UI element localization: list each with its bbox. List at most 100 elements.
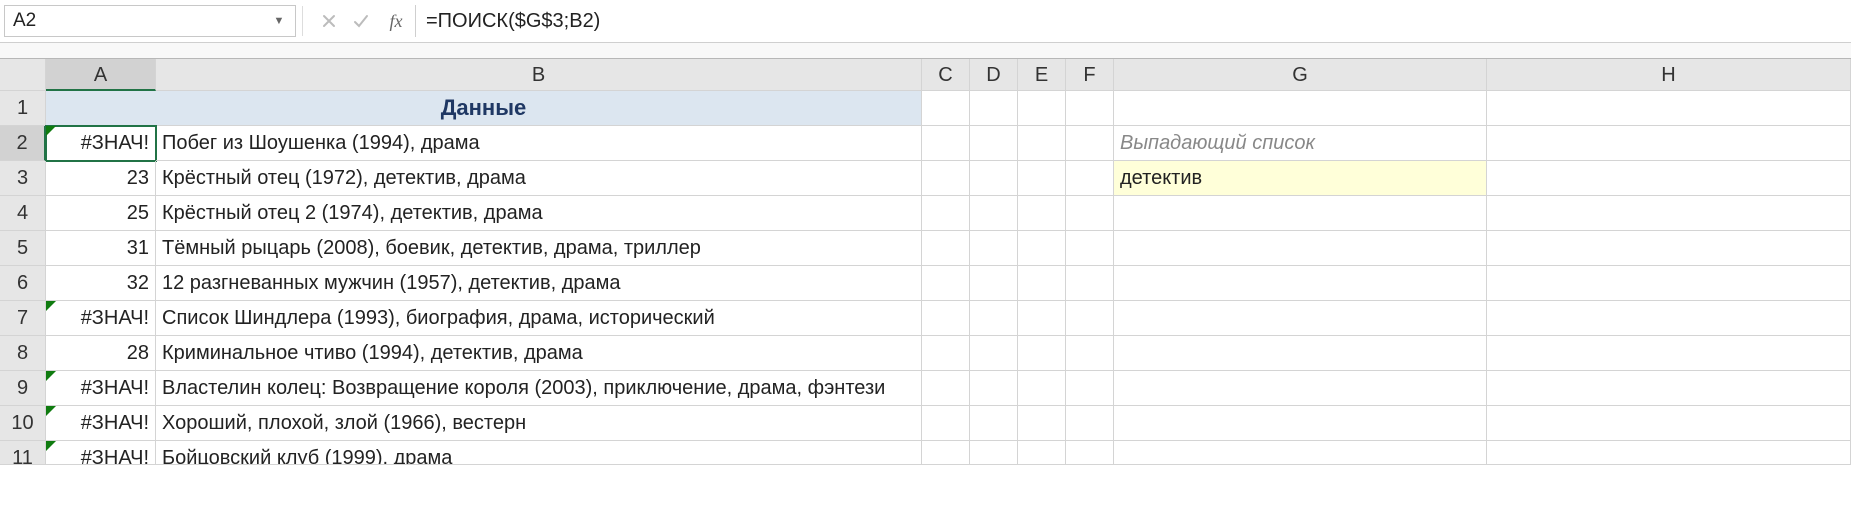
cell-C11[interactable] [922, 441, 970, 465]
cell-C9[interactable] [922, 371, 970, 406]
cell-A8[interactable]: 28 [46, 336, 156, 371]
cell-G3[interactable]: детектив [1114, 161, 1487, 196]
cell-G4[interactable] [1114, 196, 1487, 231]
cell-C3[interactable] [922, 161, 970, 196]
cell-C6[interactable] [922, 266, 970, 301]
cell-H6[interactable] [1487, 266, 1851, 301]
cell-A4[interactable]: 25 [46, 196, 156, 231]
cell-C4[interactable] [922, 196, 970, 231]
cell-D5[interactable] [970, 231, 1018, 266]
cell-B7[interactable]: Список Шиндлера (1993), биография, драма… [156, 301, 922, 336]
cell-E7[interactable] [1018, 301, 1066, 336]
cell-F6[interactable] [1066, 266, 1114, 301]
cell-F3[interactable] [1066, 161, 1114, 196]
cell-B6[interactable]: 12 разгневанных мужчин (1957), детектив,… [156, 266, 922, 301]
row-header-8[interactable]: 8 [0, 336, 46, 371]
row-header-3[interactable]: 3 [0, 161, 46, 196]
cell-B10[interactable]: Хороший, плохой, злой (1966), вестерн [156, 406, 922, 441]
cell-E10[interactable] [1018, 406, 1066, 441]
cell-D4[interactable] [970, 196, 1018, 231]
cell-F11[interactable] [1066, 441, 1114, 465]
cell-C2[interactable] [922, 126, 970, 161]
cell-C10[interactable] [922, 406, 970, 441]
cell-D1[interactable] [970, 91, 1018, 126]
cell-H5[interactable] [1487, 231, 1851, 266]
cell-F1[interactable] [1066, 91, 1114, 126]
cell-H10[interactable] [1487, 406, 1851, 441]
cell-D11[interactable] [970, 441, 1018, 465]
row-header-1[interactable]: 1 [0, 91, 46, 126]
col-header-D[interactable]: D [970, 59, 1018, 91]
cell-E2[interactable] [1018, 126, 1066, 161]
cell-A11[interactable]: #ЗНАЧ! [46, 441, 156, 465]
cell-A10[interactable]: #ЗНАЧ! [46, 406, 156, 441]
cell-C5[interactable] [922, 231, 970, 266]
cell-H3[interactable] [1487, 161, 1851, 196]
cell-F2[interactable] [1066, 126, 1114, 161]
cell-H7[interactable] [1487, 301, 1851, 336]
cell-B3[interactable]: Крёстный отец (1972), детектив, драма [156, 161, 922, 196]
cell-H8[interactable] [1487, 336, 1851, 371]
cell-G10[interactable] [1114, 406, 1487, 441]
cell-F5[interactable] [1066, 231, 1114, 266]
spreadsheet-grid[interactable]: A B C D E F G H 1 Данные 2 #ЗНАЧ! Побег … [0, 59, 1851, 465]
cell-C7[interactable] [922, 301, 970, 336]
select-all-corner[interactable] [0, 59, 46, 91]
row-header-2[interactable]: 2 [0, 126, 46, 161]
col-header-A[interactable]: A [46, 59, 156, 91]
cell-B8[interactable]: Криминальное чтиво (1994), детектив, дра… [156, 336, 922, 371]
cell-F9[interactable] [1066, 371, 1114, 406]
cell-E9[interactable] [1018, 371, 1066, 406]
cell-B5[interactable]: Тёмный рыцарь (2008), боевик, детектив, … [156, 231, 922, 266]
cell-D3[interactable] [970, 161, 1018, 196]
cell-H11[interactable] [1487, 441, 1851, 465]
cell-E5[interactable] [1018, 231, 1066, 266]
cell-E3[interactable] [1018, 161, 1066, 196]
cell-B2[interactable]: Побег из Шоушенка (1994), драма [156, 126, 922, 161]
cell-G9[interactable] [1114, 371, 1487, 406]
cell-A6[interactable]: 32 [46, 266, 156, 301]
row-header-6[interactable]: 6 [0, 266, 46, 301]
col-header-B[interactable]: B [156, 59, 922, 91]
cell-C8[interactable] [922, 336, 970, 371]
cell-A7[interactable]: #ЗНАЧ! [46, 301, 156, 336]
cell-B4[interactable]: Крёстный отец 2 (1974), детектив, драма [156, 196, 922, 231]
cell-G2[interactable]: Выпадающий список [1114, 126, 1487, 161]
cell-A3[interactable]: 23 [46, 161, 156, 196]
cell-G11[interactable] [1114, 441, 1487, 465]
row-header-4[interactable]: 4 [0, 196, 46, 231]
col-header-G[interactable]: G [1114, 59, 1487, 91]
cell-H1[interactable] [1487, 91, 1851, 126]
cell-G5[interactable] [1114, 231, 1487, 266]
cell-G8[interactable] [1114, 336, 1487, 371]
cell-D10[interactable] [970, 406, 1018, 441]
row-header-7[interactable]: 7 [0, 301, 46, 336]
cell-E1[interactable] [1018, 91, 1066, 126]
cell-A5[interactable]: 31 [46, 231, 156, 266]
col-header-H[interactable]: H [1487, 59, 1851, 91]
row-header-10[interactable]: 10 [0, 406, 46, 441]
cell-H2[interactable] [1487, 126, 1851, 161]
cell-F4[interactable] [1066, 196, 1114, 231]
cell-A2[interactable]: #ЗНАЧ! [46, 126, 156, 161]
cell-D2[interactable] [970, 126, 1018, 161]
cell-G7[interactable] [1114, 301, 1487, 336]
col-header-F[interactable]: F [1066, 59, 1114, 91]
cell-B11[interactable]: Бойцовский клуб (1999), драма [156, 441, 922, 465]
name-box-dropdown-icon[interactable]: ▼ [270, 11, 288, 31]
cell-E11[interactable] [1018, 441, 1066, 465]
col-header-C[interactable]: C [922, 59, 970, 91]
cell-A9[interactable]: #ЗНАЧ! [46, 371, 156, 406]
col-header-E[interactable]: E [1018, 59, 1066, 91]
cell-D9[interactable] [970, 371, 1018, 406]
formula-input[interactable]: =ПОИСК($G$3;B2) [415, 5, 1851, 37]
cell-G6[interactable] [1114, 266, 1487, 301]
cell-E8[interactable] [1018, 336, 1066, 371]
cell-E6[interactable] [1018, 266, 1066, 301]
cell-B9[interactable]: Властелин колец: Возвращение короля (200… [156, 371, 922, 406]
row-header-5[interactable]: 5 [0, 231, 46, 266]
name-box[interactable]: A2 [4, 5, 296, 37]
cell-G1[interactable] [1114, 91, 1487, 126]
cell-D6[interactable] [970, 266, 1018, 301]
cell-F7[interactable] [1066, 301, 1114, 336]
